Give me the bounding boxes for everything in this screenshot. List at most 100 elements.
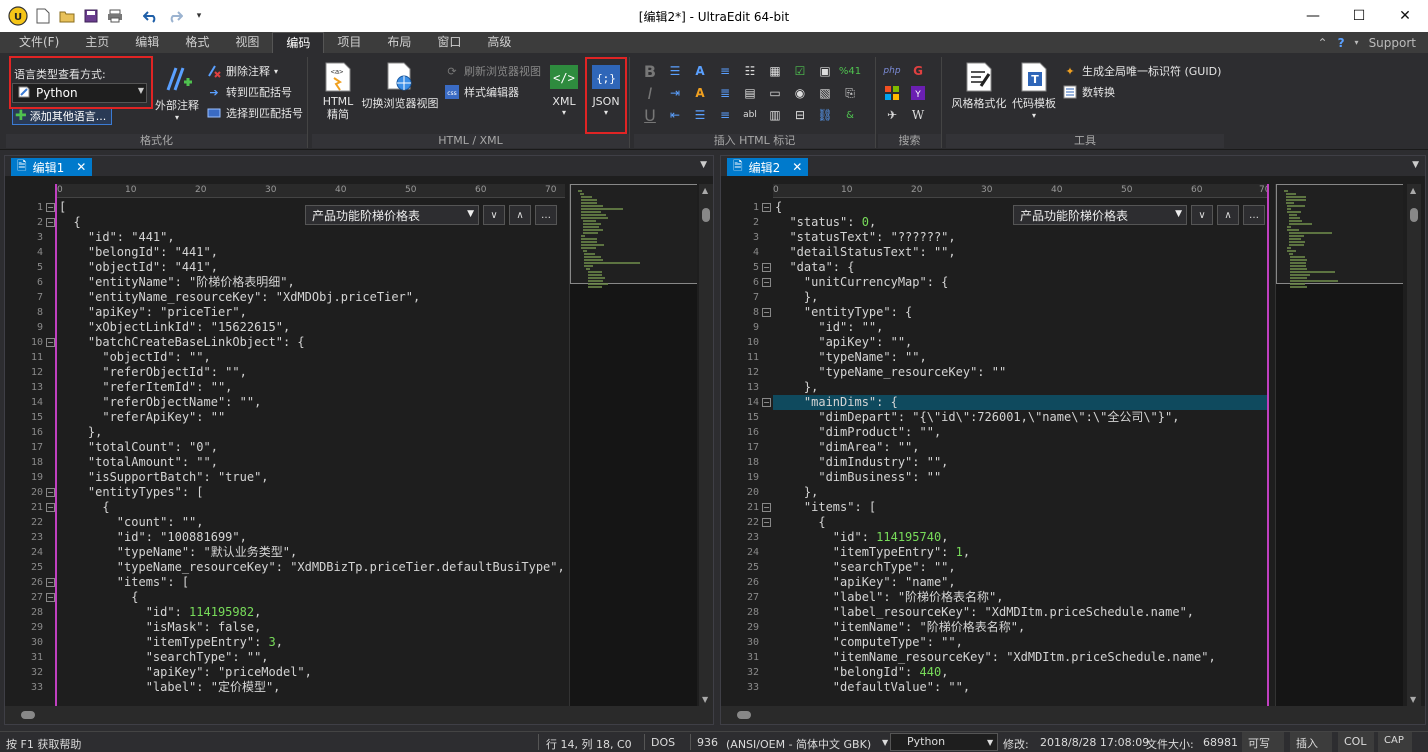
code-line[interactable]: "itemTypeEntry": 3, [59,635,563,650]
customize-toolbar-icon[interactable]: ▾ [188,5,210,27]
fold-toggle-icon[interactable]: − [762,398,771,407]
tab-layout[interactable]: 布局 [374,32,424,53]
right-more-icon[interactable]: … [1243,205,1265,225]
left-document-tab[interactable]: 🗎 编辑1 ✕ [11,158,93,176]
status-language-select[interactable]: Python [890,733,998,751]
maximize-icon[interactable]: ☐ [1336,0,1382,32]
close-icon[interactable]: ✕ [1382,0,1428,32]
left-scroll-thumb[interactable] [702,208,710,222]
right-document-tab[interactable]: 🗎 编辑2 ✕ [727,158,809,176]
tab-list-dropdown-icon[interactable]: ▼ [700,160,707,170]
special-char-icon[interactable]: & [840,105,860,125]
help-icon[interactable]: ? [1338,36,1345,50]
bird-search-icon[interactable]: ✈ [882,105,902,125]
scroll-up-icon[interactable]: ▲ [702,186,708,195]
italic-icon[interactable]: I [640,83,660,103]
align-justify-icon[interactable]: ≡ [715,61,735,81]
code-line[interactable]: "referObjectId": "", [59,365,563,380]
wikipedia-icon[interactable]: W [908,105,928,125]
right-code-area[interactable]: { "status": 0, "statusText": "??????", "… [775,200,1265,695]
fold-toggle-icon[interactable]: − [762,278,771,287]
code-line[interactable]: "id": "100881699", [59,530,563,545]
style-format-button[interactable]: 风格格式化 [950,61,1008,111]
form-icon[interactable]: ▤ [740,83,760,103]
select-match-button[interactable]: 选择到匹配括号 [206,104,303,122]
fold-toggle-icon[interactable]: − [46,203,55,212]
code-line[interactable]: "typeName_resourceKey": "" [775,365,1265,380]
code-line[interactable]: "computeType": "", [775,635,1265,650]
app-logo-icon[interactable]: U [6,4,30,28]
code-line[interactable]: "typeName": "默认业务类型", [59,545,563,560]
code-line[interactable]: "apiKey": "priceTier", [59,305,563,320]
code-line[interactable]: "totalCount": "0", [59,440,563,455]
code-line[interactable]: "entityType": { [775,305,1265,320]
fold-toggle-icon[interactable]: − [46,338,55,347]
code-line[interactable]: "apiKey": "name", [775,575,1265,590]
right-function-select[interactable]: 产品功能阶梯价格表 ▼ [1013,205,1187,225]
code-line[interactable]: "typeName_resourceKey": "XdMDBizTp.price… [59,560,563,575]
code-line[interactable]: "dimIndustry": "", [775,455,1265,470]
fold-toggle-icon[interactable]: − [762,263,771,272]
code-line[interactable]: "entityName_resourceKey": "XdMDObj.price… [59,290,563,305]
fold-toggle-icon[interactable]: − [762,308,771,317]
right-vertical-scrollbar[interactable]: ▲ ▼ [1407,184,1421,706]
google-icon[interactable]: G [908,61,928,81]
code-template-button[interactable]: T 代码模板 ▾ [1010,61,1058,120]
left-horizontal-scrollbar[interactable] [5,706,713,724]
yahoo-icon[interactable]: Y [908,83,928,103]
abbr-icon[interactable]: abl [740,105,760,125]
code-line[interactable]: "items": [ [775,500,1265,515]
code-line[interactable]: }, [775,380,1265,395]
fold-toggle-icon[interactable]: − [762,203,771,212]
tab-coding[interactable]: 编码 [272,32,325,53]
minimize-icon[interactable]: — [1290,0,1336,32]
open-folder-icon[interactable] [56,5,78,27]
fold-toggle-icon[interactable]: − [762,503,771,512]
add-language-button[interactable]: ✚ 添加其他语言... [12,107,112,125]
left-more-icon[interactable]: … [535,205,557,225]
code-line[interactable]: "id": "441", [59,230,563,245]
language-dropdown-icon[interactable]: ▼ [987,738,993,747]
goto-match-button[interactable]: ➔ 转到匹配括号 [206,83,292,101]
code-line[interactable]: "belongId": 440, [775,665,1265,680]
code-line[interactable]: { [59,500,563,515]
code-line[interactable]: "apiKey": "", [775,335,1265,350]
bold-icon[interactable]: B [640,61,660,81]
fold-toggle-icon[interactable]: − [46,578,55,587]
php-search-icon[interactable]: php [882,61,902,81]
code-line[interactable]: "unitCurrencyMap": { [775,275,1265,290]
right-minimap[interactable] [1275,184,1403,706]
code-line[interactable]: }, [775,485,1265,500]
radio-icon[interactable]: ◉ [790,83,810,103]
undo-icon[interactable] [140,5,162,27]
tab-home[interactable]: 主页 [72,32,122,53]
code-line[interactable]: "referObjectName": "", [59,395,563,410]
highlight-icon[interactable]: A [690,83,710,103]
code-line[interactable]: "detailStatusText": "", [775,245,1265,260]
code-line[interactable]: "dimBusiness": "" [775,470,1265,485]
code-line[interactable]: "defaultValue": "", [775,680,1265,695]
status-writable[interactable]: 可写 [1242,732,1284,752]
code-line[interactable]: "belongId": "441", [59,245,563,260]
status-insert-mode[interactable]: 插入 [1290,732,1332,752]
scroll-down-icon[interactable]: ▼ [1410,695,1416,704]
collapse-ribbon-icon[interactable]: ⌃ [1318,36,1328,50]
code-line[interactable]: "entityName": "阶梯价格表明细", [59,275,563,290]
paragraph-icon[interactable]: ☰ [690,105,710,125]
percent-icon[interactable]: %41 [839,61,861,81]
code-line[interactable]: "itemTypeEntry": 1, [775,545,1265,560]
tab-view[interactable]: 视图 [222,32,272,53]
browser-view-button[interactable]: 切换浏览器视图 [360,61,440,111]
right-scroll-thumb[interactable] [1410,208,1418,222]
windows-icon[interactable] [882,83,902,103]
code-line[interactable]: "batchCreateBaseLinkObject": { [59,335,563,350]
code-line[interactable]: "typeName": "", [775,350,1265,365]
code-line[interactable]: "label": "阶梯价格表名称", [775,590,1265,605]
code-line[interactable]: "label": "定价模型", [59,680,563,695]
status-codepage[interactable]: 936 [697,736,718,749]
fold-toggle-icon[interactable]: − [46,503,55,512]
align-center-icon[interactable]: ≣ [715,83,735,103]
tab-project[interactable]: 项目 [324,32,374,53]
table-icon[interactable]: ▦ [765,61,785,81]
status-col-mode[interactable]: COL [1338,732,1374,752]
